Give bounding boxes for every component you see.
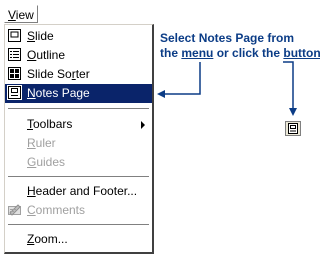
arrow-to-menu: [162, 62, 201, 95]
arrow-to-button-head: [289, 108, 297, 116]
callout-arrows: [157, 61, 297, 116]
notes-page-icon: [288, 123, 298, 134]
arrow-to-menu-head: [157, 90, 165, 98]
arrow-to-button: [283, 61, 294, 111]
notes-page-view-button[interactable]: [285, 121, 301, 136]
